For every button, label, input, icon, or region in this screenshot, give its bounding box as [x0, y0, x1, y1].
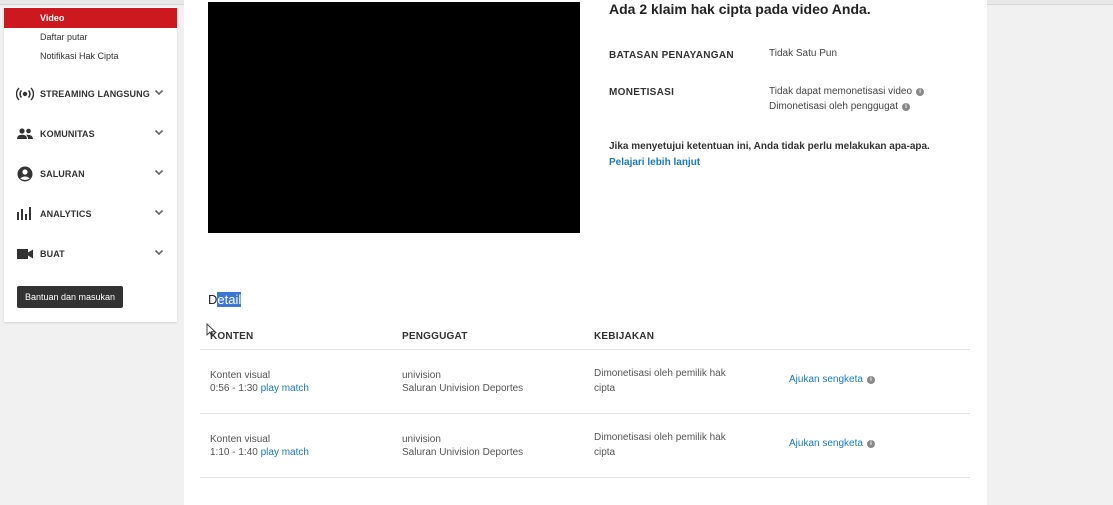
dispute-link[interactable]: Ajukan sengketa i: [789, 374, 875, 385]
agreement-note: Jika menyetujui ketentuan ini, Anda tida…: [609, 141, 930, 152]
bar-chart-icon: [17, 207, 31, 220]
play-match-link[interactable]: play match: [261, 447, 309, 458]
monetization-value-1: Tidak dapat memonetisasi video i: [769, 86, 925, 97]
divider: [200, 477, 970, 478]
dispute-label: Ajukan sengketa: [789, 438, 863, 449]
chevron-down-icon: [154, 89, 164, 96]
live-broadcast-icon: [16, 87, 34, 101]
sidebar: Video Daftar putar Notifikasi Hak Cipta …: [4, 7, 177, 322]
claimant-channel: Saluran Univision Deportes: [402, 383, 524, 394]
sidebar-item-copyright-notices[interactable]: Notifikasi Hak Cipta: [40, 51, 119, 61]
dispute-label: Ajukan sengketa: [789, 374, 863, 385]
column-header-content: KONTEN: [210, 331, 254, 342]
info-icon[interactable]: i: [866, 440, 875, 448]
chevron-down-icon: [154, 129, 164, 136]
time-range: 1:10 - 1:40: [210, 447, 258, 458]
video-player[interactable]: [208, 2, 580, 233]
sidebar-item-playlists[interactable]: Daftar putar: [40, 32, 88, 42]
info-icon[interactable]: i: [916, 88, 925, 96]
table-row-claimant: univision Saluran Univision Deportes: [402, 369, 523, 395]
detail-heading-selected: etail: [217, 292, 242, 307]
content-time: 1:10 - 1:40 play match: [210, 446, 309, 459]
account-circle-icon: [17, 166, 33, 182]
info-icon[interactable]: i: [866, 376, 875, 384]
divider: [200, 349, 970, 350]
sidebar-item-analytics[interactable]: ANALYTICS: [4, 204, 177, 224]
restriction-value: Tidak Satu Pun: [769, 48, 838, 59]
detail-heading-first: D: [208, 292, 218, 307]
monetization-label: MONETISASI: [609, 87, 675, 98]
learn-more-link[interactable]: Pelajari lebih lanjut: [609, 157, 700, 168]
people-icon: [17, 128, 33, 139]
sidebar-item-channel[interactable]: SALURAN: [4, 164, 177, 184]
policy-line: Dimonetisasi oleh pemilik hak: [594, 368, 726, 379]
claimant-name: univision: [402, 370, 441, 381]
sidebar-item-label: ANALYTICS: [40, 209, 92, 219]
claimant-channel: Saluran Univision Deportes: [402, 447, 524, 458]
content-type: Konten visual: [210, 370, 271, 381]
policy-line: cipta: [594, 447, 616, 458]
claimant-name: univision: [402, 434, 441, 445]
sidebar-item-label: STREAMING LANGSUNG: [40, 89, 150, 99]
sidebar-item-label: SALURAN: [40, 169, 85, 179]
content-time: 0:56 - 1:30 play match: [210, 382, 309, 395]
chevron-down-icon: [154, 169, 164, 176]
table-row-claimant: univision Saluran Univision Deportes: [402, 433, 523, 459]
column-header-policy: KEBIJAKAN: [594, 331, 655, 342]
sidebar-item-community[interactable]: KOMUNITAS: [4, 124, 177, 144]
sidebar-item-label: KOMUNITAS: [40, 129, 95, 139]
monetization-value-text: Dimonetisasi oleh penggugat: [769, 101, 898, 112]
claim-title: Ada 2 klaim hak cipta pada video Anda.: [609, 1, 871, 17]
column-header-claimant: PENGGUGAT: [402, 331, 468, 342]
policy-line: Dimonetisasi oleh pemilik hak: [594, 432, 726, 443]
table-row-policy: Dimonetisasi oleh pemilik hak cipta: [594, 431, 726, 459]
content-type: Konten visual: [210, 434, 271, 445]
time-range: 0:56 - 1:30: [210, 383, 258, 394]
main-content: Ada 2 klaim hak cipta pada video Anda. B…: [184, 0, 987, 505]
play-match-link[interactable]: play match: [261, 383, 309, 394]
chevron-down-icon: [154, 209, 164, 216]
monetization-value-2: Dimonetisasi oleh penggugat i: [769, 101, 910, 112]
table-row-policy: Dimonetisasi oleh pemilik hak cipta: [594, 367, 726, 395]
video-camera-icon: [17, 249, 33, 259]
info-icon[interactable]: i: [901, 103, 910, 111]
help-feedback-button[interactable]: Bantuan dan masukan: [17, 286, 123, 308]
restriction-label: BATASAN PENAYANGAN: [609, 50, 734, 61]
detail-heading: Detail: [208, 292, 242, 307]
sidebar-item-video[interactable]: Video: [4, 8, 177, 28]
sidebar-item-create[interactable]: BUAT: [4, 244, 177, 264]
policy-line: cipta: [594, 383, 616, 394]
monetization-value-text: Tidak dapat memonetisasi video: [769, 86, 913, 97]
dispute-link[interactable]: Ajukan sengketa i: [789, 438, 875, 449]
table-row-content: Konten visual 0:56 - 1:30 play match: [210, 369, 309, 395]
chevron-down-icon: [154, 249, 164, 256]
table-row-content: Konten visual 1:10 - 1:40 play match: [210, 433, 309, 459]
sidebar-item-live-streaming[interactable]: STREAMING LANGSUNG: [4, 84, 177, 104]
sidebar-item-label: BUAT: [40, 249, 65, 259]
divider: [200, 413, 970, 414]
